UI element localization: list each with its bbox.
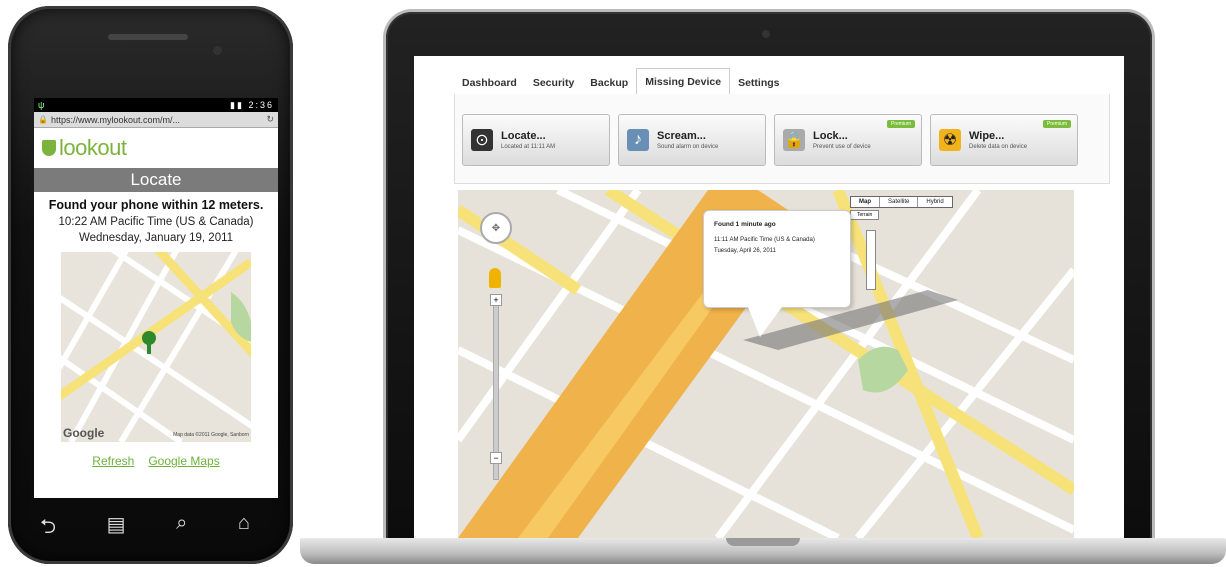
tab-security[interactable]: Security <box>525 72 582 94</box>
map-copyright: Map data ©2011 Google, Sanborn <box>173 432 249 438</box>
front-camera <box>213 46 222 55</box>
tab-settings[interactable]: Settings <box>730 72 787 94</box>
premium-badge: Premium <box>1042 120 1071 128</box>
phone-links: Refresh Google Maps <box>34 454 278 468</box>
location-bubble: Found 1 minute ago 11:11 AM Pacific Time… <box>703 210 851 308</box>
home-icon[interactable]: ⌂ <box>238 512 250 546</box>
binoculars-icon: ⊙ <box>471 129 493 151</box>
usb-icon: ψ <box>38 100 45 110</box>
phone-map[interactable]: Google Map data ©2011 Google, Sanborn <box>61 252 251 442</box>
back-icon[interactable]: ⮌ <box>40 512 56 546</box>
tab-missing-device[interactable]: Missing Device <box>636 68 731 94</box>
lock-icon: 🔒 <box>38 115 48 124</box>
tab-dashboard[interactable]: Dashboard <box>454 72 525 94</box>
found-date: Wednesday, January 19, 2011 <box>78 232 234 244</box>
signal-icon: ▮ <box>230 99 237 110</box>
tab-bar: Dashboard Security Backup Missing Device… <box>454 68 1124 94</box>
terrain-option[interactable]: Terrain <box>850 210 880 220</box>
google-logo: Google <box>63 426 105 440</box>
lock-sub: Prevent use of device <box>813 144 871 150</box>
bubble-time: 11:11 AM Pacific Time (US & Canada) <box>714 237 815 243</box>
status-bar: ψ ▮▮ 2:36 <box>34 98 278 112</box>
pan-control[interactable]: ✥ <box>480 212 512 244</box>
shield-icon <box>42 140 56 156</box>
search-icon[interactable]: ⌕ <box>176 512 187 546</box>
tab-backup[interactable]: Backup <box>582 72 636 94</box>
status-time: 2:36 <box>248 99 274 110</box>
url-bar[interactable]: 🔒 https://www.mylookout.com/m/... ↻ <box>34 112 278 128</box>
map-type-map[interactable]: Map <box>851 197 880 207</box>
phone-nav-keys: ⮌ ▤ ⌕ ⌂ <box>40 512 250 546</box>
lookout-logo: lookout <box>34 128 278 168</box>
locate-sub: Located at 11:11 AM <box>501 144 556 150</box>
laptop-screen: Dashboard Security Backup Missing Device… <box>414 56 1124 538</box>
wipe-title: Wipe... <box>969 130 1005 142</box>
zoom-out-button[interactable]: − <box>490 452 502 464</box>
zoom-in-button[interactable]: + <box>490 294 502 306</box>
laptop-notch <box>726 538 800 546</box>
reload-icon[interactable]: ↻ <box>266 114 274 125</box>
laptop-base <box>300 538 1226 564</box>
lock-icon: 🔒 <box>783 129 805 151</box>
locate-title: Locate... <box>501 130 546 142</box>
battery-icon: ▮ <box>237 99 244 110</box>
premium-badge: Premium <box>886 120 915 128</box>
earpiece <box>108 34 188 40</box>
phone-screen: ψ ▮▮ 2:36 🔒 https://www.mylookout.com/m/… <box>34 98 278 498</box>
wipe-button[interactable]: ☢ Wipe... Delete data on device Premium <box>930 114 1078 166</box>
menu-icon[interactable]: ▤ <box>107 512 126 546</box>
refresh-link[interactable]: Refresh <box>92 454 134 468</box>
url-text: https://www.mylookout.com/m/... <box>50 114 181 125</box>
laptop-camera <box>762 30 770 38</box>
found-time: 10:22 AM Pacific Time (US & Canada) <box>58 216 254 228</box>
lock-title: Lock... <box>813 130 848 142</box>
scream-button[interactable]: ♪ Scream... Sound alarm on device <box>618 114 766 166</box>
map-type-hybrid[interactable]: Hybrid <box>918 197 951 207</box>
phone-map-streets <box>61 252 251 442</box>
locate-header: Locate <box>34 168 278 192</box>
lock-button[interactable]: 🔒 Lock... Prevent use of device Premium <box>774 114 922 166</box>
found-message: Found your phone within 12 meters. <box>48 198 264 212</box>
wipe-sub: Delete data on device <box>969 144 1028 150</box>
wipe-icon: ☢ <box>939 129 961 151</box>
scream-sub: Sound alarm on device <box>657 144 719 150</box>
bubble-title: Found 1 minute ago <box>714 221 776 228</box>
scream-icon: ♪ <box>627 129 649 151</box>
bubble-pointer <box>748 307 782 337</box>
laptop-map[interactable]: ✥ + − Map Satellite Hybrid Terrain Found… <box>458 190 1074 538</box>
scream-title: Scream... <box>657 130 706 142</box>
vertical-slider[interactable] <box>866 230 876 290</box>
map-type-satellite[interactable]: Satellite <box>880 197 919 207</box>
pegman-icon[interactable] <box>489 268 501 288</box>
google-maps-link[interactable]: Google Maps <box>148 454 219 468</box>
action-buttons: ⊙ Locate... Located at 11:11 AM ♪ Scream… <box>462 114 1078 166</box>
locate-button[interactable]: ⊙ Locate... Located at 11:11 AM <box>462 114 610 166</box>
map-type-control: Map Satellite Hybrid <box>850 196 953 208</box>
bubble-date: Tuesday, April 26, 2011 <box>714 248 776 254</box>
brand-name: lookout <box>59 135 127 160</box>
